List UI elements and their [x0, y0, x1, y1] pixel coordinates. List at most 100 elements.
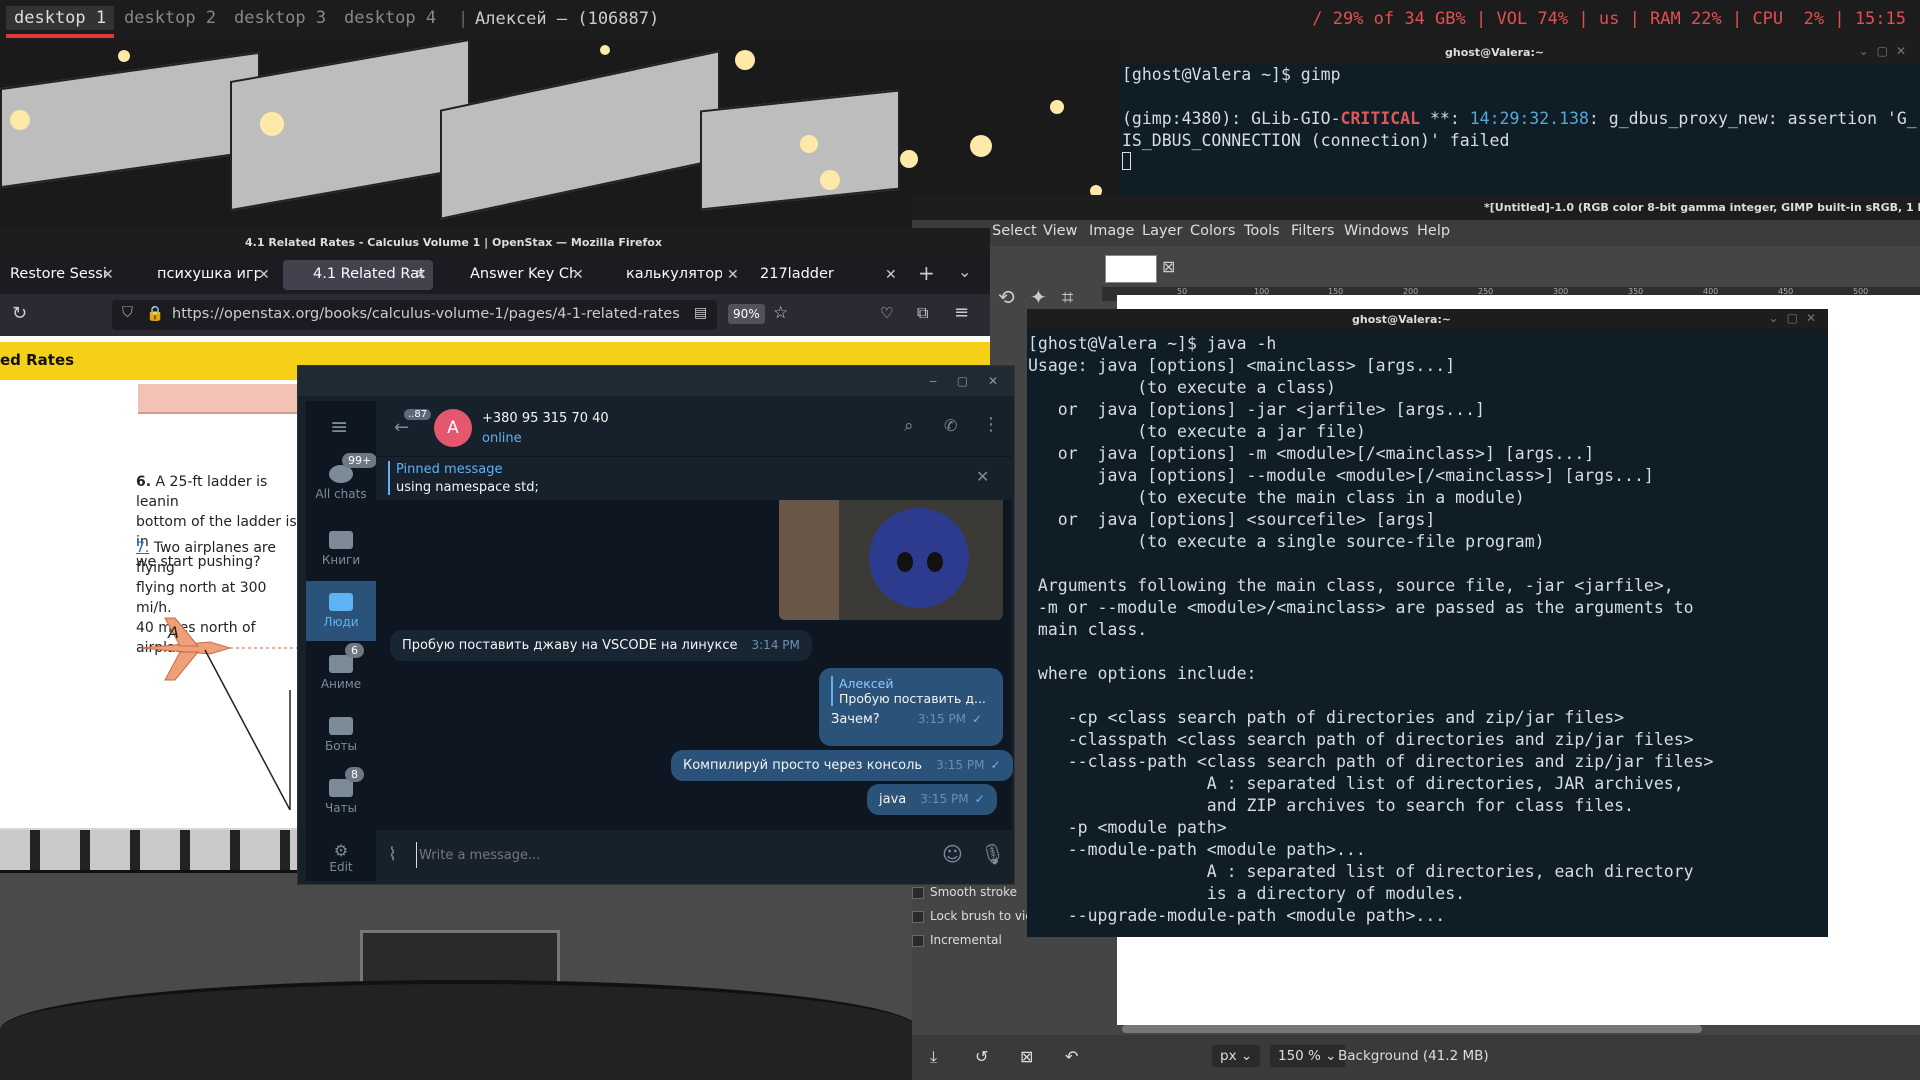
- folder-lyudi[interactable]: Люди: [306, 581, 376, 641]
- menu-colors[interactable]: Colors: [1190, 223, 1235, 239]
- more-options-icon[interactable]: ⋮: [982, 414, 1000, 435]
- folder-anime[interactable]: Аниме 6: [306, 643, 376, 701]
- close-tab-icon[interactable]: ✕: [885, 267, 897, 283]
- zoom-select[interactable]: 150 % ⌄: [1270, 1045, 1345, 1067]
- tab-list-icon[interactable]: ⌄: [958, 262, 971, 281]
- close-tab-icon[interactable]: ✕: [102, 267, 114, 283]
- zoom-level[interactable]: 90%: [728, 304, 765, 324]
- phone-icon[interactable]: ✆: [944, 416, 957, 435]
- terminal-line: Usage: java [options] <mainclass> [args.…: [1028, 356, 1456, 375]
- reply-quote[interactable]: Алексей Пробую поставить д...: [831, 676, 991, 706]
- message-incoming[interactable]: Пробую поставить джаву на VSCODE на лину…: [390, 630, 812, 661]
- terminal-line: or java [options] <sourcefile> [args]: [1028, 510, 1436, 529]
- window-controls[interactable]: ⌄▢✕: [1859, 44, 1914, 58]
- folder-knigi[interactable]: Книги: [306, 527, 376, 577]
- close-tab-icon[interactable]: ✕: [415, 267, 427, 283]
- shield-icon[interactable]: ⛉: [122, 305, 133, 321]
- cpu-usage: CPU 2%: [1752, 9, 1825, 29]
- wand-tool-icon[interactable]: ✦: [1030, 285, 1047, 309]
- contact-name[interactable]: +380 95 315 70 40: [482, 411, 609, 426]
- tab-restore-session[interactable]: Restore Sessio: [0, 260, 108, 290]
- image-tab-thumbnail[interactable]: [1105, 255, 1157, 283]
- horizontal-scrollbar[interactable]: [1122, 1025, 1702, 1033]
- save-preset-icon[interactable]: ⤓: [930, 1047, 937, 1067]
- telegram-window[interactable]: ‒ ▢ ✕ ≡ All chats 99+ Книги Люди Аниме 6 Б…: [297, 365, 1015, 885]
- menu-view[interactable]: View: [1043, 223, 1077, 239]
- close-tab-icon[interactable]: ✕: [727, 267, 739, 283]
- option-incremental[interactable]: Incremental: [912, 933, 1002, 947]
- close-tab-icon[interactable]: ✕: [258, 267, 270, 283]
- keyboard-layout[interactable]: us: [1599, 9, 1619, 29]
- option-smooth-stroke[interactable]: Smooth stroke: [912, 885, 1017, 899]
- delete-icon[interactable]: ⊠: [1020, 1047, 1033, 1066]
- problem-7-link[interactable]: 7.: [136, 540, 149, 556]
- lasso-tool-icon[interactable]: ⟲: [998, 285, 1015, 309]
- gimp-menubar: Select View Image Layer Colors Tools Fil…: [912, 220, 1920, 246]
- attach-icon[interactable]: ⌇: [388, 844, 397, 865]
- url-bar[interactable]: ⛉ 🔒 https://openstax.org/books/calculus-…: [112, 300, 717, 330]
- folder-chaty[interactable]: Чаты 8: [306, 767, 376, 825]
- bookmark-star-icon[interactable]: ☆: [773, 303, 788, 323]
- workspace-2[interactable]: desktop 2: [124, 8, 216, 28]
- terminal-line: and ZIP archives to search for class fil…: [1028, 796, 1634, 815]
- option-lock-brush[interactable]: Lock brush to vie: [912, 909, 1033, 923]
- terminal-window-main[interactable]: ghost@Valera:~ ⌄▢✕ [ghost@Valera ~]$ jav…: [1027, 309, 1828, 937]
- back-arrow-icon[interactable]: ←: [394, 417, 409, 438]
- sticker-image[interactable]: [779, 500, 1003, 620]
- close-tab-icon[interactable]: ✕: [572, 267, 584, 283]
- menu-icon[interactable]: ≡: [954, 302, 969, 323]
- tab-answer-key[interactable]: Answer Key Ch: [446, 260, 576, 290]
- menu-select[interactable]: Select: [992, 223, 1037, 239]
- folder-all-chats[interactable]: All chats 99+: [306, 453, 378, 511]
- workspace-1[interactable]: desktop 1: [6, 6, 115, 38]
- terminal-line: (to execute the main class in a module): [1028, 488, 1525, 507]
- volume-level[interactable]: VOL 74%: [1496, 9, 1568, 29]
- search-icon[interactable]: ⌕: [904, 416, 914, 436]
- avatar[interactable]: A: [434, 409, 472, 447]
- terminal-main-output: [ghost@Valera ~]$ java -h Usage: java [op…: [1027, 333, 1828, 933]
- message-outgoing-reply[interactable]: Алексей Пробую поставить д... Зачем? 3:15…: [819, 668, 1003, 746]
- reader-view-icon[interactable]: ▤: [694, 305, 707, 321]
- tab-217ladder[interactable]: 217ladder: [750, 260, 880, 290]
- tab-psikhushka[interactable]: психушка игра: [135, 260, 260, 290]
- message-input[interactable]: [416, 842, 806, 868]
- unit-select[interactable]: px ⌄: [1212, 1045, 1261, 1067]
- menu-filters[interactable]: Filters: [1291, 223, 1334, 239]
- menu-tools[interactable]: Tools: [1244, 223, 1280, 239]
- close-pinned-icon[interactable]: ✕: [976, 467, 989, 486]
- menu-help[interactable]: Help: [1417, 223, 1450, 239]
- menu-layer[interactable]: Layer: [1142, 223, 1182, 239]
- folder-edit[interactable]: ⚙ Edit: [306, 837, 376, 881]
- page-content: 6. A 25-ft ladder is leanin bottom of th…: [0, 380, 300, 828]
- emoji-icon[interactable]: ☺: [942, 842, 963, 866]
- menu-windows[interactable]: Windows: [1344, 223, 1409, 239]
- url-text: https://openstax.org/books/calculus-volu…: [172, 306, 680, 322]
- window-controls[interactable]: ‒ ▢ ✕: [929, 374, 1006, 388]
- reload-icon[interactable]: ↻: [12, 303, 27, 324]
- airplane-figure: A: [139, 617, 300, 810]
- restore-icon[interactable]: ↶: [1065, 1047, 1078, 1066]
- pocket-icon[interactable]: ♡: [880, 304, 893, 322]
- tab-kalkulyator[interactable]: калькулятор -: [602, 260, 722, 290]
- terminal-line: or java [options] -m <module>[/<mainclas…: [1028, 444, 1595, 463]
- message-outgoing[interactable]: Компилируй просто через консоль 3:15 PM ✓: [671, 750, 1013, 781]
- lock-icon[interactable]: 🔒: [146, 305, 164, 322]
- pinned-title: Pinned message: [396, 462, 503, 477]
- microphone-icon[interactable]: 🎙: [980, 842, 1005, 866]
- extensions-icon[interactable]: ⧉: [917, 303, 928, 323]
- clock: 15:15: [1854, 9, 1906, 29]
- pinned-message[interactable]: Pinned message using namespace std; ✕: [376, 456, 1012, 500]
- hamburger-menu-icon[interactable]: ≡: [330, 415, 348, 440]
- reset-icon[interactable]: ↺: [975, 1047, 988, 1066]
- window-controls[interactable]: ⌄▢✕: [1769, 311, 1824, 325]
- new-tab-icon[interactable]: +: [918, 261, 935, 285]
- workspace-4[interactable]: desktop 4: [344, 8, 436, 28]
- workspace-3[interactable]: desktop 3: [234, 8, 326, 28]
- folder-boty[interactable]: Боты: [306, 713, 376, 763]
- message-outgoing[interactable]: java 3:15 PM ✓: [867, 784, 997, 815]
- crop-tool-icon[interactable]: ⌗: [1062, 285, 1073, 309]
- close-image-tab-icon[interactable]: ⊠: [1162, 257, 1175, 276]
- menu-image[interactable]: Image: [1089, 223, 1134, 239]
- terminal-window-top[interactable]: ghost@Valera:~ ⌄▢✕ [ghost@Valera ~]$ gim…: [1120, 40, 1920, 200]
- tab-related-rates[interactable]: 4.1 Related Rat: [283, 260, 433, 290]
